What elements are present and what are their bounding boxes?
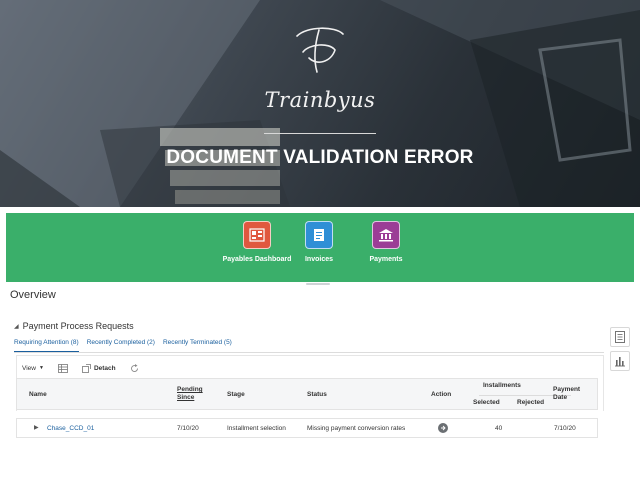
column-header-name[interactable]: Name <box>29 391 47 399</box>
page-headline: DOCUMENT VALIDATION ERROR <box>166 147 474 168</box>
detach-icon <box>82 363 91 373</box>
freeze-columns-icon <box>58 363 68 373</box>
tile-label: Payments <box>369 256 403 263</box>
column-header-stage[interactable]: Stage <box>227 391 245 399</box>
section-header[interactable]: ◢ Payment Process Requests <box>14 321 134 331</box>
selected-count-value: 40 <box>495 425 503 432</box>
side-panel-tools <box>610 327 632 375</box>
detach-label: Detach <box>93 364 116 372</box>
tab-bar: Requiring Attention (8) Recently Complet… <box>14 339 232 353</box>
freeze-button[interactable] <box>58 363 68 373</box>
caret-down-icon: ▼ <box>38 365 44 371</box>
column-header-payment-date[interactable]: Payment Date <box>553 386 589 402</box>
banner: Trainbyus DOCUMENT VALIDATION ERROR <box>0 0 640 207</box>
stage-value: Installment selection <box>227 425 286 432</box>
tab-requiring-attention[interactable]: Requiring Attention (8) <box>14 339 79 353</box>
arrow-right-icon <box>441 425 446 431</box>
table-toolbar: View ▼ Detach <box>22 362 139 374</box>
column-header-pending-since[interactable]: Pending Since <box>177 386 217 402</box>
pending-since-value: 7/10/20 <box>177 425 199 432</box>
document-list-icon <box>615 331 625 343</box>
tab-recently-completed[interactable]: Recently Completed (2) <box>87 339 155 353</box>
nav-collapse-handle[interactable] <box>306 283 330 285</box>
column-header-action[interactable]: Action <box>431 391 451 399</box>
column-header-installments: Installments <box>483 382 521 389</box>
tab-recently-terminated[interactable]: Recently Terminated (5) <box>163 339 232 353</box>
bank-icon <box>372 221 400 249</box>
tile-invoices[interactable]: Invoices <box>284 221 354 264</box>
tab-divider <box>14 352 604 353</box>
tile-label: Invoices <box>304 256 333 263</box>
refresh-button[interactable] <box>130 363 139 373</box>
table-row[interactable]: ▶ Chase_CCD_01 7/10/20 Installment selec… <box>16 418 598 438</box>
column-header-rejected[interactable]: Rejected <box>517 399 544 407</box>
springboard-nav: Payables Dashboard Invoices Payments <box>6 213 634 282</box>
bar-chart-icon <box>615 357 625 367</box>
action-go-button[interactable] <box>438 423 448 433</box>
dashboard-icon <box>243 221 271 249</box>
view-label: View <box>22 364 36 372</box>
analytics-panel-button[interactable] <box>610 351 630 371</box>
tile-label: Payables Dashboard <box>222 256 292 263</box>
expand-row-icon[interactable]: ▶ <box>34 424 39 431</box>
tile-payables-dashboard[interactable]: Payables Dashboard <box>222 221 292 264</box>
tasks-panel-button[interactable] <box>610 327 630 347</box>
trainbyus-logo-icon <box>296 27 344 73</box>
column-header-selected[interactable]: Selected <box>473 399 500 407</box>
invoice-icon <box>305 221 333 249</box>
table-header: Name Pending Since Stage Status Action I… <box>16 378 598 410</box>
detach-button[interactable]: Detach <box>82 363 116 373</box>
tile-payments[interactable]: Payments <box>351 221 421 264</box>
brand-name: Trainbyus <box>264 88 376 112</box>
request-name-link[interactable]: Chase_CCD_01 <box>47 425 94 432</box>
view-menu-button[interactable]: View ▼ <box>22 365 44 372</box>
collapse-triangle-icon: ◢ <box>14 323 19 330</box>
page-title: Overview <box>10 289 56 301</box>
status-value: Missing payment conversion rates <box>307 425 406 432</box>
refresh-icon <box>130 363 138 372</box>
banner-divider <box>264 133 376 134</box>
payment-date-value: 7/10/20 <box>554 425 576 432</box>
section-title: Payment Process Requests <box>22 321 134 331</box>
column-header-status[interactable]: Status <box>307 391 327 399</box>
